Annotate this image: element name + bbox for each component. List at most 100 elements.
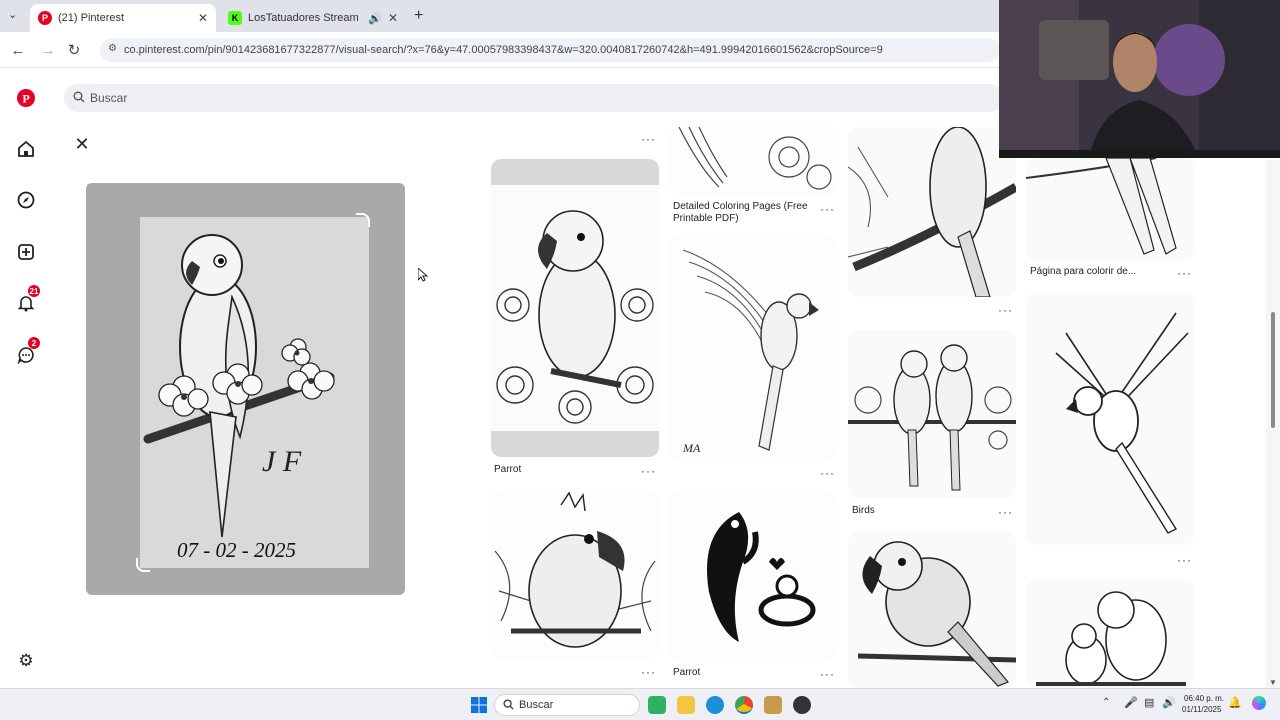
messages-badge: 2 — [28, 337, 40, 349]
settings-icon[interactable]: ⚙ — [14, 649, 38, 673]
close-icon[interactable]: ✕ — [388, 11, 398, 25]
pin-image — [1026, 158, 1177, 255]
volume-icon[interactable]: 🔊 — [1162, 696, 1176, 709]
more-options-button[interactable]: ··· — [1177, 266, 1192, 280]
initials-text: J F — [262, 445, 302, 478]
pin-image — [707, 512, 816, 642]
more-options-button[interactable]: ··· — [1177, 553, 1192, 567]
scroll-down-arrow[interactable]: ▼ — [1269, 678, 1277, 687]
notifications-icon[interactable]: 21 — [14, 285, 40, 315]
pin-caption: Página para colorir de... — [1030, 266, 1137, 277]
more-options-button[interactable]: ··· — [641, 132, 656, 146]
taskbar-search-label: Buscar — [519, 699, 554, 711]
explore-icon[interactable] — [14, 188, 38, 212]
pin-image — [848, 127, 1016, 297]
speaker-icon[interactable]: 🔊 — [368, 12, 382, 25]
app-folder-icon[interactable] — [764, 696, 782, 714]
pin-feather-mandala[interactable] — [669, 127, 837, 195]
reload-button[interactable]: ↻ — [64, 40, 84, 60]
search-icon — [503, 699, 514, 713]
more-options-button[interactable]: ··· — [998, 303, 1013, 317]
close-icon[interactable]: ✕ — [198, 11, 208, 25]
chrome-browser-icon[interactable] — [735, 696, 753, 714]
pinterest-sidebar: P 21 2 ⚙ — [0, 70, 52, 688]
pin-parrot-roses[interactable] — [491, 159, 659, 457]
more-options-button[interactable]: ··· — [641, 464, 656, 478]
pinterest-logo-icon[interactable]: P — [14, 86, 38, 110]
pin-image: MA — [682, 249, 819, 455]
pinterest-icon: P — [38, 11, 52, 25]
pin-caption: Parrot — [494, 464, 522, 475]
tab-title: LosTatuadores Stream - Watch Li — [248, 12, 362, 24]
pin-image — [1036, 591, 1186, 686]
search-icon — [73, 91, 85, 106]
microphone-icon[interactable]: 🎤 — [1124, 696, 1138, 709]
messages-icon[interactable]: 2 — [14, 337, 40, 367]
pin-image — [848, 344, 1016, 491]
tab-list-button[interactable]: ⌄ — [8, 8, 24, 24]
pin-caption: Detailed Coloring Pages (Free Printable … — [673, 201, 808, 224]
pin-two-birds[interactable] — [848, 330, 1016, 498]
home-icon[interactable] — [14, 137, 38, 161]
new-tab-button[interactable]: + — [414, 7, 423, 25]
svg-text:MA: MA — [682, 441, 701, 455]
windows-taskbar: Buscar ⌃ 🎤 ▤ 🔊 06:40 p. m. 01/11/2025 🔔 — [0, 688, 1280, 720]
create-icon[interactable] — [14, 240, 38, 264]
pin-macaw-shaded[interactable] — [848, 532, 1016, 688]
pin-caption: Birds — [852, 505, 875, 516]
tray-chevron-icon[interactable]: ⌃ — [1102, 697, 1110, 708]
parrot-drawing — [143, 234, 335, 538]
scrollbar-thumb[interactable] — [1271, 312, 1275, 428]
pin-image — [678, 127, 832, 190]
taskbar-search-box[interactable]: Buscar — [494, 694, 640, 716]
date-text: 07 - 02 - 2025 — [177, 538, 296, 562]
page-scrollbar[interactable]: ▼ — [1266, 160, 1280, 688]
pin-image — [491, 185, 659, 431]
webcam-overlay — [999, 0, 1280, 158]
clock-time[interactable]: 06:40 p. m. — [1184, 694, 1224, 703]
tab-title: (21) Pinterest — [58, 12, 125, 24]
tab-kick-stream[interactable]: K LosTatuadores Stream - Watch Li 🔊 ✕ — [220, 4, 406, 32]
copilot-icon[interactable] — [1252, 696, 1266, 710]
more-options-button[interactable]: ··· — [998, 505, 1013, 519]
pin-image — [857, 541, 1016, 687]
crop-handle-bottom-left[interactable] — [136, 558, 150, 572]
back-button[interactable]: ← — [8, 40, 28, 60]
edge-browser-icon[interactable] — [706, 696, 724, 714]
more-options-button[interactable]: ··· — [820, 466, 835, 480]
pin-flying-parrot-sketch[interactable]: MA — [669, 236, 837, 460]
svg-text:P: P — [22, 92, 29, 106]
close-button[interactable]: ✕ — [72, 134, 92, 154]
search-placeholder: Buscar — [90, 91, 128, 105]
app-recording-icon[interactable] — [793, 696, 811, 714]
pin-caption: Parrot — [673, 667, 701, 678]
more-options-button[interactable]: ··· — [820, 667, 835, 681]
pin-parrot-on-branch[interactable] — [848, 127, 1016, 297]
windows-start-icon[interactable] — [470, 696, 488, 714]
notification-bell-icon[interactable]: 🔔 — [1228, 696, 1242, 709]
notifications-badge: 21 — [28, 285, 40, 297]
mouse-cursor-icon — [417, 266, 429, 287]
site-info-icon[interactable]: ⚙ — [108, 43, 117, 54]
more-options-button[interactable]: ··· — [641, 665, 656, 679]
forward-button[interactable]: → — [38, 40, 58, 60]
pin-image — [1055, 312, 1189, 534]
app-green-icon[interactable] — [648, 696, 666, 714]
kick-icon: K — [228, 11, 242, 25]
pin-parrot-with-chick[interactable] — [669, 492, 837, 660]
pin-lovebirds[interactable] — [1026, 580, 1194, 688]
pin-parrot-head-leaves[interactable] — [491, 491, 659, 659]
pin-image — [494, 491, 656, 648]
pin-flying-parrot-outline[interactable] — [1026, 293, 1194, 545]
address-bar[interactable]: ⚙ co.pinterest.com/pin/90142368167732287… — [100, 38, 1000, 62]
parrot-tattoo-design-image[interactable]: J F 07 - 02 - 2025 — [136, 213, 370, 572]
file-explorer-icon[interactable] — [677, 696, 695, 714]
pin-parrot-tail-page[interactable] — [1026, 158, 1194, 260]
network-icon[interactable]: ▤ — [1144, 696, 1154, 709]
crop-handle-top-right[interactable] — [356, 213, 370, 227]
tab-pinterest[interactable]: P (21) Pinterest ✕ — [30, 4, 216, 32]
more-options-button[interactable]: ··· — [820, 202, 835, 216]
clock-date[interactable]: 01/11/2025 — [1182, 705, 1221, 714]
url-text: co.pinterest.com/pin/901423681677322877/… — [124, 44, 883, 56]
search-input[interactable]: Buscar — [64, 84, 1004, 112]
